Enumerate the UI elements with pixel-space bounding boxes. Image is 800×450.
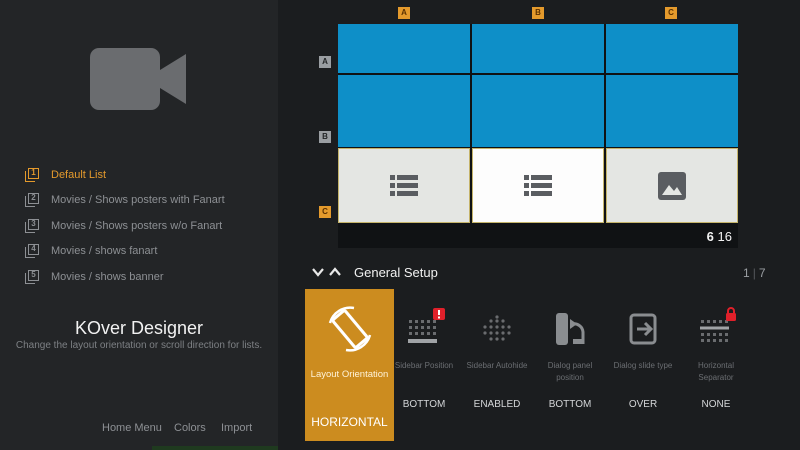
row-badge-b: B	[319, 131, 331, 143]
layout-item-posters-fanart[interactable]: 2 Movies / Shows posters with Fanart	[25, 188, 225, 214]
grid-cell	[338, 24, 470, 73]
list-icon	[390, 174, 418, 196]
autohide-dots-icon	[483, 315, 511, 341]
layout-item-label: Movies / shows fanart	[51, 245, 158, 258]
row-badge-a: A	[319, 56, 331, 68]
option-horizontal-separator[interactable]: Horizontal Separator NONE	[681, 307, 751, 420]
grid-cell	[338, 75, 470, 147]
focus-indicator	[152, 446, 278, 450]
counter-current: 6	[706, 229, 714, 244]
grid-cell	[472, 75, 604, 147]
list-icon	[524, 174, 552, 196]
option-value: HORIZONTAL	[311, 415, 388, 429]
option-label: Layout Orientation	[310, 369, 389, 380]
grid-cell-list	[338, 148, 470, 223]
layout-item-fanart[interactable]: 4 Movies / shows fanart	[25, 239, 225, 265]
option-value: ENABLED	[473, 399, 521, 410]
counter-total: 16	[717, 229, 732, 244]
option-layout-orientation[interactable]: Layout Orientation HORIZONTAL	[305, 289, 394, 441]
layout-item-posters-no-fanart[interactable]: 3 Movies / Shows posters w/o Fanart	[25, 213, 225, 239]
option-dialog-slide-type[interactable]: Dialog slide type OVER	[608, 310, 678, 420]
layout-number-icon: 1	[25, 167, 39, 182]
layout-number-icon: 5	[25, 269, 39, 284]
row-badge-c: C	[319, 206, 331, 218]
layout-number-icon: 3	[25, 218, 39, 233]
option-value: BOTTOM	[402, 399, 446, 410]
column-badge-b: B	[532, 7, 544, 19]
chevron-down-icon[interactable]	[310, 264, 326, 280]
designer-title: KOver Designer	[74, 318, 204, 338]
column-badge-c: C	[665, 7, 677, 19]
grid-cell-image	[606, 148, 738, 223]
image-icon	[658, 171, 686, 200]
layout-item-label: Movies / shows banner	[51, 270, 164, 283]
layout-grid-preview: 6 16	[338, 24, 738, 248]
option-label: Sidebar Autohide	[466, 361, 528, 370]
item-counter: 6 16	[707, 229, 732, 244]
page-indicator: 1 | 7	[743, 266, 766, 280]
grid-cell-list-selected	[472, 148, 604, 223]
option-value: OVER	[628, 399, 658, 410]
layout-item-banner[interactable]: 5 Movies / shows banner	[25, 264, 225, 290]
option-value: BOTTOM	[548, 399, 592, 410]
alert-badge-icon	[433, 308, 445, 320]
nav-colors[interactable]: Colors	[174, 422, 206, 434]
rotate-screen-icon	[328, 306, 372, 352]
chevron-up-icon[interactable]	[327, 264, 343, 280]
option-dialog-panel-position[interactable]: Dialog panel position BOTTOM	[535, 310, 605, 420]
option-sidebar-autohide[interactable]: Sidebar Autohide ENABLED	[462, 310, 532, 420]
layout-number-icon: 2	[25, 193, 39, 208]
lock-icon	[726, 307, 736, 321]
column-badge-a: A	[398, 7, 410, 19]
option-sidebar-position[interactable]: Sidebar Position BOTTOM	[389, 308, 459, 420]
option-label: Sidebar Position	[394, 361, 454, 370]
layout-number-icon: 4	[25, 244, 39, 259]
option-label: Horizontal Separator	[697, 361, 734, 382]
layout-item-label: Movies / Shows posters w/o Fanart	[51, 219, 223, 232]
grid-cell	[472, 24, 604, 73]
grid-cell	[606, 75, 738, 147]
layout-item-label: Default List	[51, 168, 107, 181]
layout-item-default-list[interactable]: 1 Default List	[25, 162, 225, 188]
nav-import[interactable]: Import	[221, 422, 252, 434]
designer-description: Change the layout orientation or scroll …	[15, 340, 263, 351]
layout-list: 1 Default List 2 Movies / Shows posters …	[25, 162, 225, 290]
option-value: NONE	[701, 399, 731, 410]
left-panel: 1 Default List 2 Movies / Shows posters …	[0, 0, 278, 450]
panel-position-icon	[556, 313, 585, 345]
nav-home-menu[interactable]: Home Menu	[102, 422, 162, 434]
option-label: Dialog panel position	[547, 361, 593, 382]
layout-item-label: Movies / Shows posters with Fanart	[51, 194, 225, 207]
grid-cell	[606, 24, 738, 73]
page-current: 1	[743, 266, 750, 280]
video-camera-icon	[90, 48, 186, 110]
page-total: 7	[758, 266, 766, 280]
option-label: Dialog slide type	[613, 361, 673, 370]
slide-arrow-icon	[629, 313, 657, 345]
section-title: General Setup	[354, 265, 438, 280]
